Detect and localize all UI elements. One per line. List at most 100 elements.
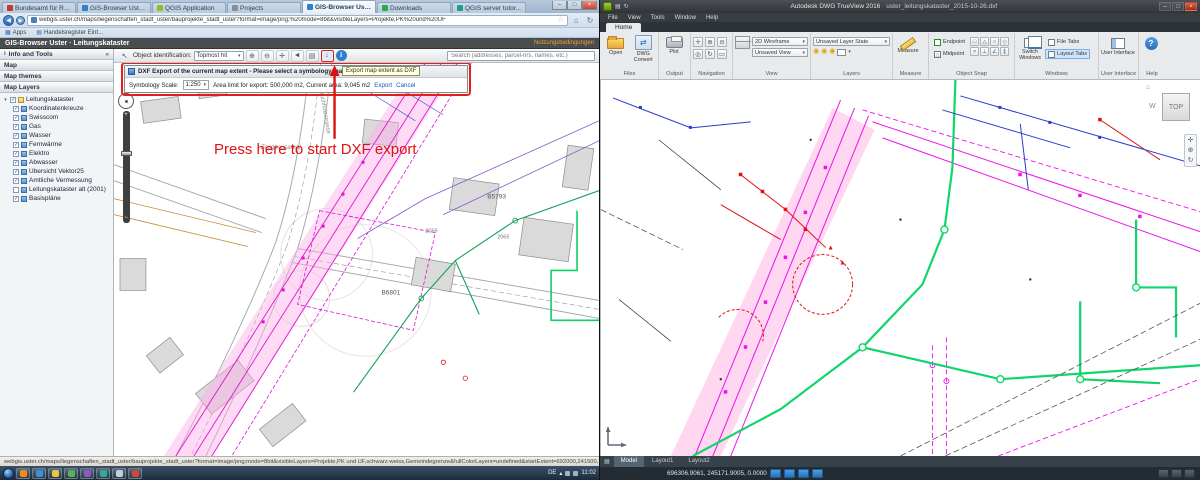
pointer-tool-icon[interactable]: ↖	[118, 50, 131, 62]
checkbox[interactable]: ✓	[13, 124, 19, 130]
menu-tools[interactable]: Tools	[651, 15, 665, 21]
refresh-icon[interactable]: ↻	[584, 16, 596, 25]
browser-tab-active[interactable]: GIS-Browser Uster...	[302, 0, 376, 13]
tray-icon[interactable]	[573, 471, 578, 476]
status-toggle[interactable]	[770, 469, 781, 478]
status-icon[interactable]	[1171, 469, 1182, 478]
viewcube-top-face[interactable]: TOP	[1162, 93, 1190, 121]
viewcube-west-label[interactable]: W	[1149, 103, 1156, 110]
layer-item[interactable]: ✓Koordinatenkreuze	[3, 104, 113, 113]
scale-select[interactable]: 1:250▾	[183, 80, 210, 90]
zoom-out-icon[interactable]: ⊖	[261, 50, 274, 62]
pan-icon[interactable]: ✛	[276, 50, 289, 62]
dwg-canvas[interactable]	[601, 80, 1200, 456]
previous-view-icon[interactable]: ◄	[291, 50, 304, 62]
layer-item[interactable]: ✓Fernwärme	[3, 140, 113, 149]
minimize-button[interactable]: –	[552, 1, 567, 10]
snap-angle-icon[interactable]: ∠	[990, 47, 999, 56]
tray-icon[interactable]	[565, 471, 570, 476]
clock[interactable]: 11:02	[581, 470, 596, 476]
layer-root[interactable]: ▾✓Leitungskataster	[3, 95, 113, 104]
cancel-button[interactable]: Cancel	[396, 82, 415, 89]
user-interface-button[interactable]: User Interface	[1101, 34, 1135, 56]
visual-style-select[interactable]: 2D Wireframe▾	[752, 37, 808, 46]
snap-perpendicular-icon[interactable]: ⊥	[980, 47, 989, 56]
layer-item[interactable]: ✓Amtliche Vermessung	[3, 176, 113, 185]
taskbar-app-icon[interactable]	[48, 468, 62, 479]
status-icon[interactable]	[1158, 469, 1169, 478]
sidebar-section-info-tools[interactable]: iInfo and Tools»	[0, 49, 113, 60]
layer-item[interactable]: ✓Swisscom	[3, 113, 113, 122]
status-toggle[interactable]	[784, 469, 795, 478]
pan-icon[interactable]: ✛	[1188, 136, 1194, 145]
layer-item[interactable]: Leitungskataster alt (2001)	[3, 185, 113, 194]
taskbar-app-icon[interactable]	[32, 468, 46, 479]
export-button[interactable]: Export	[374, 82, 392, 89]
forward-button[interactable]: ▶	[16, 16, 25, 25]
menu-window[interactable]: Window	[675, 15, 696, 21]
dwg-convert-button[interactable]: ⇄DWG Convert	[631, 34, 657, 63]
checkbox[interactable]: ✓	[13, 142, 19, 148]
zoom-out-icon[interactable]: −	[123, 214, 130, 223]
search-input[interactable]	[447, 51, 595, 61]
file-tabs-button[interactable]: File Tabs	[1045, 37, 1090, 47]
status-toggle[interactable]	[812, 469, 823, 478]
layer-lock-icon[interactable]: ◉	[829, 48, 835, 56]
browser-tab-1[interactable]: Bundesamt für Ru...	[2, 2, 76, 13]
bookmark-apps[interactable]: ▦Apps	[5, 29, 26, 36]
checkbox[interactable]: ✓	[13, 133, 19, 139]
zoom-icon[interactable]: ⊕	[1188, 146, 1194, 155]
map-canvas[interactable]: Zeughausareal Buchholzstrasse B5793 B680…	[114, 63, 599, 456]
snap-midpoint-icon[interactable]: △	[980, 37, 989, 46]
checkbox[interactable]: ✓	[13, 106, 19, 112]
home-icon[interactable]: ⌂	[570, 16, 582, 25]
layer-item[interactable]: ✓Basispläne	[3, 194, 113, 203]
bookmark-handelsregister[interactable]: ▤Handelsregister Eint...	[36, 29, 103, 36]
print-icon[interactable]: ▤	[306, 50, 319, 62]
taskbar-app-icon[interactable]	[96, 468, 110, 479]
url-bar[interactable]: webgis.uster.ch/maps/liegenschaften_stad…	[27, 15, 568, 26]
tab-home[interactable]: Home	[606, 23, 641, 32]
layer-item[interactable]: ✓Übersicht Vektor25	[3, 167, 113, 176]
taskbar-app-icon[interactable]	[112, 468, 126, 479]
taskbar-app-icon[interactable]	[64, 468, 78, 479]
menu-file[interactable]: File	[608, 15, 618, 21]
drawing-area[interactable]: ⌂ W TOP ✛ ⊕ ↻	[600, 80, 1200, 456]
zoom-out-icon[interactable]: ⊖	[717, 37, 727, 47]
browser-tab-4[interactable]: Projects	[227, 2, 301, 13]
checkbox[interactable]	[13, 187, 19, 193]
checkbox[interactable]: ✓	[13, 115, 19, 121]
endpoint-snap-button[interactable]: Endpoint	[931, 37, 968, 47]
zoom-in-icon[interactable]: +	[123, 111, 130, 120]
minimize-button[interactable]: –	[1159, 2, 1171, 11]
checkbox[interactable]: ✓	[13, 169, 19, 175]
zoom-slider[interactable]: + −	[123, 111, 130, 223]
open-button[interactable]: Open	[603, 34, 629, 56]
status-toggle[interactable]	[798, 469, 809, 478]
layer-on-icon[interactable]: ◉	[813, 48, 819, 56]
qat-print-icon[interactable]: ▤	[615, 3, 621, 10]
info-icon[interactable]: i	[336, 50, 347, 61]
taskbar-app-icon[interactable]	[128, 468, 142, 479]
status-icon[interactable]	[1184, 469, 1195, 478]
snap-parallel-icon[interactable]: ∥	[1000, 47, 1009, 56]
snap-intersection-icon[interactable]: ×	[970, 47, 979, 56]
layer-item[interactable]: ✓Abwasser	[3, 158, 113, 167]
pan-compass[interactable]	[118, 93, 134, 109]
taskbar-app-icon[interactable]	[80, 468, 94, 479]
measure-button[interactable]: Measure	[895, 34, 921, 54]
orbit-icon[interactable]: ↻	[705, 49, 715, 59]
trueview-logo[interactable]	[603, 2, 612, 11]
pan-icon[interactable]: ✛	[693, 37, 703, 47]
layer-item[interactable]: ✓Wasser	[3, 131, 113, 140]
start-button[interactable]	[3, 468, 14, 479]
terms-link[interactable]: Nutzungsbedingungen	[534, 40, 594, 46]
checkbox[interactable]: ✓	[10, 97, 16, 103]
layer-freeze-icon[interactable]: ◉	[821, 48, 827, 56]
close-button[interactable]: ×	[582, 1, 597, 10]
taskbar-app-icon[interactable]	[16, 468, 30, 479]
viewcube-home-icon[interactable]: ⌂	[1146, 84, 1150, 91]
snap-center-icon[interactable]: ○	[990, 37, 999, 46]
sidebar-section-map[interactable]: Map	[0, 60, 113, 71]
help-button[interactable]: ?	[1141, 34, 1161, 50]
